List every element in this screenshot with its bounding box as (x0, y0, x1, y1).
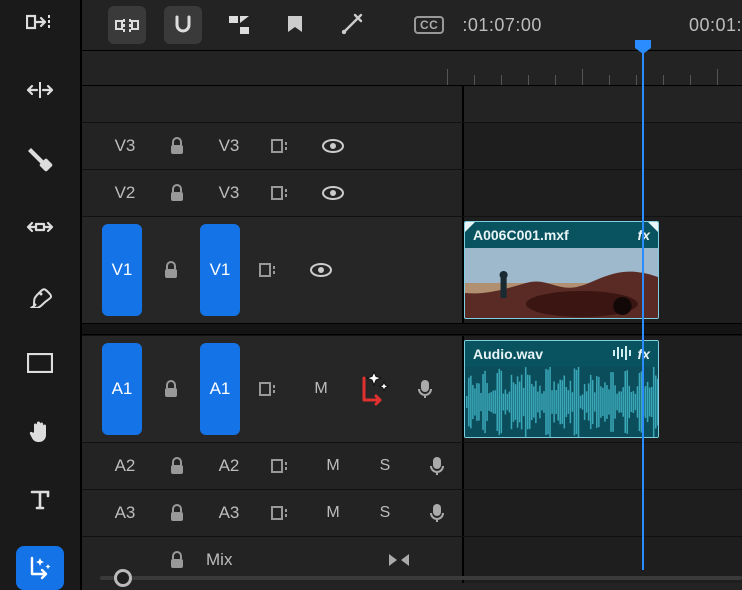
waveform-icon (612, 346, 632, 363)
marker-button[interactable] (276, 6, 314, 44)
lock-toggle[interactable] (154, 184, 200, 202)
remix-cursor-icon (355, 369, 391, 409)
clip-waveform (465, 367, 658, 437)
mute-toggle[interactable]: M (298, 380, 344, 398)
timeline-panel: CC :01:07:00 00:01: V3 V3 (82, 0, 742, 590)
track-target-a1[interactable]: A1 (200, 343, 240, 434)
source-patch-a2[interactable]: A2 (102, 456, 148, 476)
track-target-v2[interactable]: V3 (206, 183, 252, 203)
lock-toggle[interactable] (148, 380, 194, 398)
horizontal-scrollbar[interactable] (100, 570, 742, 586)
video-clip[interactable]: A006C001.mxf fx (464, 221, 659, 319)
ruler-timecode-2: 00:01: (689, 15, 742, 36)
track-v1-lane[interactable]: A006C001.mxf fx (464, 217, 742, 323)
scrollbar-thumb[interactable] (114, 569, 132, 587)
pen-tool[interactable] (16, 273, 64, 317)
track-output-toggle[interactable] (310, 186, 356, 200)
mute-toggle[interactable]: M (310, 504, 356, 522)
solo-toggle[interactable]: S (362, 457, 408, 475)
settings-button[interactable] (332, 6, 370, 44)
captions-button[interactable]: CC (414, 16, 444, 34)
track-target-v1[interactable]: V1 (200, 224, 240, 315)
solo-toggle[interactable]: S (362, 504, 408, 522)
audio-clip[interactable]: Audio.wav fx (464, 340, 659, 438)
sync-lock-toggle[interactable] (258, 186, 304, 200)
voiceover-record[interactable] (414, 456, 460, 476)
hand-tool[interactable] (16, 409, 64, 453)
track-target-a2[interactable]: A2 (206, 456, 252, 476)
source-patch-a1[interactable]: A1 (102, 343, 142, 434)
lock-toggle[interactable] (154, 137, 200, 155)
voiceover-record[interactable] (414, 503, 460, 523)
lock-toggle[interactable] (154, 551, 200, 569)
razor-tool[interactable] (16, 136, 64, 180)
lock-toggle[interactable] (154, 504, 200, 522)
ripple-edit-tool[interactable] (16, 0, 64, 44)
playhead-marker-icon[interactable] (633, 38, 653, 56)
playhead[interactable] (642, 50, 644, 570)
snap-toggle[interactable] (164, 6, 202, 44)
insert-overwrite-toggle[interactable] (108, 6, 146, 44)
linked-selection-toggle[interactable] (220, 6, 258, 44)
ruler-timecode-1: :01:07:00 (462, 15, 542, 36)
remix-tool[interactable] (16, 546, 64, 590)
source-patch-a3[interactable]: A3 (102, 503, 148, 523)
rectangle-tool[interactable] (16, 341, 64, 385)
source-patch-v1[interactable]: V1 (102, 224, 142, 315)
sync-lock-toggle[interactable] (258, 139, 304, 153)
sync-lock-toggle[interactable] (258, 506, 304, 520)
clip-thumbnail (465, 248, 658, 318)
sync-lock-toggle[interactable] (246, 263, 292, 277)
mix-output-icon[interactable] (376, 552, 422, 568)
rolling-edit-tool[interactable] (16, 68, 64, 112)
mute-toggle[interactable]: M (310, 457, 356, 475)
track-target-v3[interactable]: V3 (206, 136, 252, 156)
type-tool[interactable] (16, 478, 64, 522)
track-target-a3[interactable]: A3 (206, 503, 252, 523)
tool-strip (0, 0, 82, 590)
source-patch-v2[interactable]: V2 (102, 183, 148, 203)
track-output-toggle[interactable] (298, 263, 344, 277)
lock-toggle[interactable] (148, 261, 194, 279)
sync-lock-toggle[interactable] (258, 459, 304, 473)
sync-lock-toggle[interactable] (246, 382, 292, 396)
voiceover-record[interactable] (402, 379, 448, 399)
lock-toggle[interactable] (154, 457, 200, 475)
track-output-toggle[interactable] (310, 139, 356, 153)
clip-name: Audio.wav (473, 346, 543, 362)
clip-name: A006C001.mxf (473, 227, 569, 243)
slip-tool[interactable] (16, 205, 64, 249)
source-patch-v3[interactable]: V3 (102, 136, 148, 156)
track-a1-lane[interactable]: Audio.wav fx (464, 336, 742, 442)
mix-track-label: Mix (206, 550, 266, 570)
